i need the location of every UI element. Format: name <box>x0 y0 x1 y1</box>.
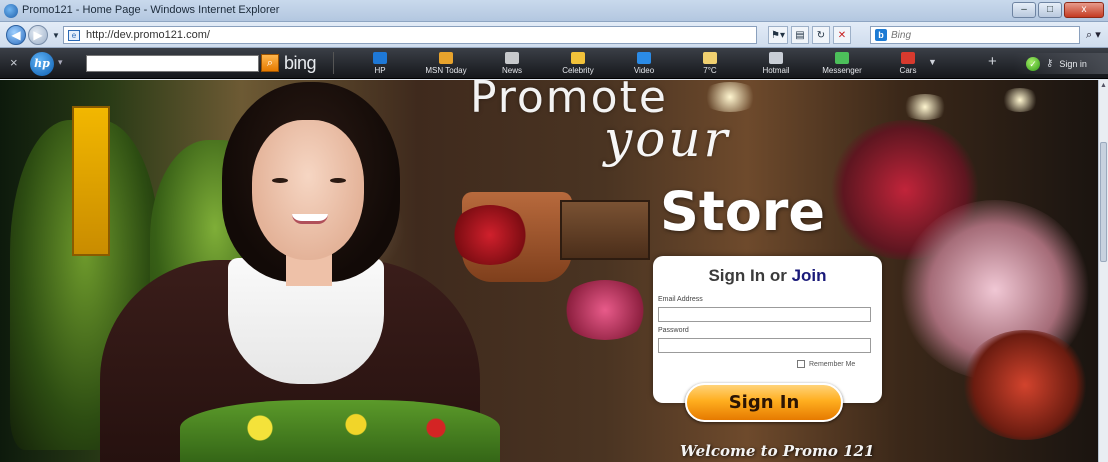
toolbar-link-item[interactable]: HP <box>347 48 413 79</box>
toolbar-link-icon <box>637 52 651 64</box>
toolbar-link-item[interactable]: MSN Today <box>413 48 479 79</box>
toolbar-link-label: Celebrity <box>562 66 594 75</box>
rss-feeds-icon[interactable]: ▤ <box>790 26 809 44</box>
toolbar-link-item[interactable]: Hotmail <box>743 48 809 79</box>
forward-arrow-icon: ▶ <box>33 28 43 42</box>
sign-in-button[interactable]: Sign In <box>685 383 843 422</box>
remember-me-label: Remember Me <box>809 360 856 368</box>
window-controls: – □ x <box>1012 2 1104 18</box>
toolbar-account: ✓ ⚷ Sign in <box>1014 53 1108 74</box>
toolbar-link-item[interactable]: Celebrity <box>545 48 611 79</box>
remember-me[interactable]: Remember Me <box>797 360 855 368</box>
bing-search-icon: b <box>875 29 887 41</box>
password-label: Password <box>658 327 689 334</box>
key-icon: ⚷ <box>1046 58 1054 69</box>
window-title: Promo121 - Home Page - Windows Internet … <box>22 4 280 16</box>
toolbar-link-icon <box>703 52 717 64</box>
hp-logo-icon[interactable]: hp <box>30 52 54 76</box>
browser-search-box[interactable]: b <box>870 26 1080 44</box>
page-scrollbar[interactable]: ▲ <box>1098 80 1108 462</box>
toolbar-link-label: 7°C <box>703 66 717 75</box>
security-check-icon[interactable]: ✓ <box>1026 56 1040 71</box>
hero-line-your: your <box>604 110 731 168</box>
woman-face <box>252 120 364 260</box>
woman-eye <box>330 178 346 183</box>
toolbar-link-icon <box>571 52 585 64</box>
toolbar-link-label: MSN Today <box>425 66 467 75</box>
pink-flowers <box>560 280 650 340</box>
close-toolbar-icon[interactable]: × <box>10 55 18 70</box>
email-label: Email Address <box>658 296 703 303</box>
ceiling-light <box>700 82 760 112</box>
welcome-text: Welcome to Promo 121 <box>680 442 875 460</box>
join-link[interactable]: Join <box>792 266 827 285</box>
window-title-bar: Promo121 - Home Page - Windows Internet … <box>0 0 1108 22</box>
toolbar-search-button[interactable]: ⌕ <box>261 54 279 72</box>
yellow-shop-sign <box>72 106 110 256</box>
orange-flower-display <box>960 330 1090 440</box>
history-dropdown-icon[interactable]: ▼ <box>52 31 60 40</box>
hp-menu-caret-icon[interactable]: ▾ <box>58 57 63 68</box>
flower-shelf <box>560 200 650 260</box>
address-tools: ⚑▾ ▤ ↻ ✕ <box>768 26 851 44</box>
add-button-icon[interactable]: + <box>988 53 997 70</box>
email-field[interactable] <box>658 307 871 322</box>
flower-tray <box>180 400 500 462</box>
toolbar-links: HP MSN Today News Celebrity Video 7°C Hotmail M… <box>347 48 941 79</box>
url-field[interactable]: e http://dev.promo121.com/ <box>63 26 757 44</box>
stop-icon[interactable]: ✕ <box>832 26 851 44</box>
hp-bing-toolbar: × hp ▾ ⌕ bing HP MSN Today News Celebrity Vi… <box>0 48 1108 79</box>
toolbar-link-icon <box>439 52 453 64</box>
ceiling-light <box>900 94 950 120</box>
woman-smile <box>292 214 328 224</box>
toolbar-link-item[interactable]: 7°C <box>677 48 743 79</box>
toolbar-sign-in-link[interactable]: Sign in <box>1059 59 1087 69</box>
toolbar-link-item[interactable]: Video <box>611 48 677 79</box>
sign-in-card: Sign In or Join Email Address Password R… <box>653 256 882 403</box>
toolbar-link-label: Cars <box>899 66 917 75</box>
ceiling-light <box>1000 88 1040 112</box>
toolbar-link-icon <box>373 52 387 64</box>
sign-in-card-title: Sign In or Join <box>653 266 882 286</box>
browser-search-input[interactable] <box>891 28 1071 42</box>
scrollbar-thumb[interactable] <box>1100 142 1107 262</box>
toolbar-link-item[interactable]: News <box>479 48 545 79</box>
forward-button[interactable]: ▶ <box>28 25 48 45</box>
red-poinsettia <box>450 205 530 265</box>
toolbar-link-label: Hotmail <box>762 66 790 75</box>
maximize-button[interactable]: □ <box>1038 2 1062 18</box>
hero-line-store: Store <box>660 180 826 243</box>
minimize-button[interactable]: – <box>1012 2 1036 18</box>
remember-me-checkbox[interactable] <box>797 360 805 368</box>
toolbar-link-icon <box>505 52 519 64</box>
toolbar-divider <box>333 52 334 74</box>
search-go-icon[interactable]: ⌕ ▾ <box>1086 28 1101 42</box>
password-field[interactable] <box>658 338 871 353</box>
toolbar-more-icon[interactable]: ▼ <box>928 57 937 67</box>
back-arrow-icon: ◀ <box>11 28 21 42</box>
back-button[interactable]: ◀ <box>6 25 26 45</box>
page-icon: e <box>68 30 80 41</box>
toolbar-link-icon <box>835 52 849 64</box>
close-window-button[interactable]: x <box>1064 2 1104 18</box>
toolbar-link-label: News <box>501 66 522 75</box>
scroll-up-icon[interactable]: ▲ <box>1100 82 1107 89</box>
toolbar-link-icon <box>769 52 783 64</box>
toolbar-link-icon <box>901 52 915 64</box>
url-text[interactable]: http://dev.promo121.com/ <box>86 29 210 41</box>
bing-logo: bing <box>284 53 317 73</box>
toolbar-link-label: HP <box>374 66 386 75</box>
toolbar-link-item[interactable]: Messenger <box>809 48 875 79</box>
sign-in-title-text: Sign In or <box>708 266 792 285</box>
toolbar-search-input[interactable] <box>86 55 259 72</box>
promo121-home-page: Promote your Store Sign In or Join Email… <box>0 80 1098 462</box>
toolbar-link-label: Messenger <box>822 66 862 75</box>
address-bar: ◀ ▶ ▼ e http://dev.promo121.com/ ⚑▾ ▤ ↻ … <box>0 22 1108 48</box>
woman-eye <box>272 178 288 183</box>
toolbar-link-label: Video <box>633 66 655 75</box>
compatibility-view-icon[interactable]: ⚑▾ <box>768 26 788 44</box>
ie-logo-icon <box>4 4 18 18</box>
refresh-icon[interactable]: ↻ <box>811 26 830 44</box>
